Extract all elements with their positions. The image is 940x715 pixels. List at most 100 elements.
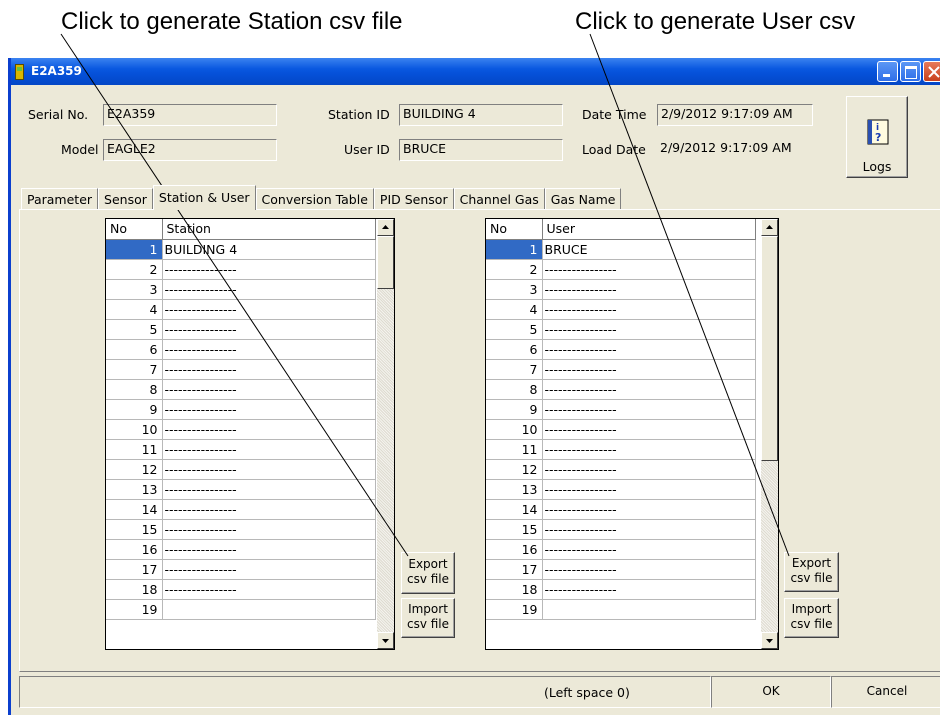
table-row[interactable]: 1 BUILDING 4 [106, 239, 376, 260]
table-row[interactable]: 13 ---------------- [106, 479, 376, 500]
table-row[interactable]: 8 ---------------- [486, 379, 756, 400]
station-name-cell[interactable]: ---------------- [162, 499, 376, 520]
table-row[interactable]: 7 ---------------- [106, 359, 376, 380]
table-row[interactable]: 16 ---------------- [486, 539, 756, 560]
station-name-cell[interactable]: BUILDING 4 [162, 239, 376, 260]
logs-button[interactable]: i ? Logs [846, 96, 908, 178]
user-name-cell[interactable]: ---------------- [542, 479, 756, 500]
station-name-cell[interactable]: ---------------- [162, 479, 376, 500]
minimize-button[interactable] [877, 61, 898, 82]
user-name-cell[interactable]: ---------------- [542, 339, 756, 360]
user-name-cell[interactable]: ---------------- [542, 539, 756, 560]
station-name-cell[interactable]: ---------------- [162, 519, 376, 540]
station-name-cell[interactable]: ---------------- [162, 359, 376, 380]
user-name-cell[interactable]: ---------------- [542, 379, 756, 400]
table-row[interactable]: 3 ---------------- [106, 279, 376, 300]
user-name-cell[interactable] [542, 599, 756, 620]
station-name-cell[interactable]: ---------------- [162, 559, 376, 580]
scroll-up-button[interactable] [761, 219, 778, 236]
user-export-button[interactable]: Export csv file [784, 552, 839, 592]
tab-pid-sensor[interactable]: PID Sensor [373, 188, 454, 210]
user-id-field[interactable]: BRUCE [399, 139, 563, 161]
tab-parameter[interactable]: Parameter [21, 188, 99, 210]
table-row[interactable]: 6 ---------------- [106, 339, 376, 360]
user-name-cell[interactable]: ---------------- [542, 419, 756, 440]
station-name-cell[interactable]: ---------------- [162, 579, 376, 600]
user-name-cell[interactable]: ---------------- [542, 579, 756, 600]
table-row[interactable]: 19 [106, 599, 376, 620]
table-row[interactable]: 13 ---------------- [486, 479, 756, 500]
station-name-cell[interactable]: ---------------- [162, 299, 376, 320]
column-header-user[interactable]: User [542, 219, 756, 240]
table-row[interactable]: 18 ---------------- [106, 579, 376, 600]
cancel-button[interactable]: Cancel [832, 677, 940, 707]
user-import-button[interactable]: Import csv file [784, 598, 839, 638]
table-row[interactable]: 8 ---------------- [106, 379, 376, 400]
table-row[interactable]: 15 ---------------- [106, 519, 376, 540]
table-row[interactable]: 4 ---------------- [106, 299, 376, 320]
table-row[interactable]: 9 ---------------- [106, 399, 376, 420]
title-bar[interactable]: E2A359 [11, 58, 940, 85]
user-name-cell[interactable]: ---------------- [542, 459, 756, 480]
table-row[interactable]: 4 ---------------- [486, 299, 756, 320]
user-name-cell[interactable]: ---------------- [542, 439, 756, 460]
table-row[interactable]: 17 ---------------- [106, 559, 376, 580]
column-header-no[interactable]: No [106, 219, 163, 240]
table-row[interactable]: 11 ---------------- [106, 439, 376, 460]
tab-gas-name[interactable]: Gas Name [544, 188, 622, 210]
column-header-no[interactable]: No [486, 219, 543, 240]
user-grid[interactable]: No User 1 BRUCE 2 ---------------- 3 ----------… [485, 218, 779, 650]
scroll-down-button[interactable] [761, 632, 778, 649]
table-row[interactable]: 19 [486, 599, 756, 620]
user-name-cell[interactable]: ---------------- [542, 319, 756, 340]
station-name-cell[interactable]: ---------------- [162, 379, 376, 400]
table-row[interactable]: 7 ---------------- [486, 359, 756, 380]
user-name-cell[interactable]: ---------------- [542, 399, 756, 420]
station-name-cell[interactable]: ---------------- [162, 459, 376, 480]
table-row[interactable]: 14 ---------------- [106, 499, 376, 520]
tab-conversion-table[interactable]: Conversion Table [255, 188, 374, 210]
station-id-field[interactable]: BUILDING 4 [399, 104, 563, 126]
station-name-cell[interactable]: ---------------- [162, 259, 376, 280]
user-name-cell[interactable]: ---------------- [542, 519, 756, 540]
user-name-cell[interactable]: ---------------- [542, 359, 756, 380]
user-name-cell[interactable]: BRUCE [542, 239, 756, 260]
table-row[interactable]: 17 ---------------- [486, 559, 756, 580]
close-button[interactable] [923, 61, 940, 82]
tab-sensor[interactable]: Sensor [98, 188, 153, 210]
maximize-button[interactable] [900, 61, 921, 82]
station-scrollbar[interactable] [377, 219, 394, 649]
ok-button[interactable]: OK [712, 677, 830, 707]
table-row[interactable]: 11 ---------------- [486, 439, 756, 460]
table-row[interactable]: 5 ---------------- [486, 319, 756, 340]
table-row[interactable]: 10 ---------------- [486, 419, 756, 440]
user-name-cell[interactable]: ---------------- [542, 259, 756, 280]
table-row[interactable]: 16 ---------------- [106, 539, 376, 560]
scroll-thumb[interactable] [377, 236, 394, 289]
column-header-station[interactable]: Station [162, 219, 376, 240]
station-import-button[interactable]: Import csv file [401, 598, 455, 638]
model-field[interactable]: EAGLE2 [103, 139, 277, 161]
table-row[interactable]: 12 ---------------- [106, 459, 376, 480]
table-row[interactable]: 10 ---------------- [106, 419, 376, 440]
user-name-cell[interactable]: ---------------- [542, 559, 756, 580]
table-row[interactable]: 6 ---------------- [486, 339, 756, 360]
serial-field[interactable]: E2A359 [103, 104, 277, 126]
station-name-cell[interactable]: ---------------- [162, 279, 376, 300]
table-row[interactable]: 2 ---------------- [486, 259, 756, 280]
station-export-button[interactable]: Export csv file [401, 552, 455, 594]
table-row[interactable]: 12 ---------------- [486, 459, 756, 480]
table-row[interactable]: 9 ---------------- [486, 399, 756, 420]
scroll-down-button[interactable] [377, 632, 394, 649]
station-grid[interactable]: No Station 1 BUILDING 4 2 ---------------- 3 --… [105, 218, 395, 650]
tab-channel-gas[interactable]: Channel Gas [453, 188, 545, 210]
station-name-cell[interactable] [162, 599, 376, 620]
table-row[interactable]: 18 ---------------- [486, 579, 756, 600]
table-row[interactable]: 2 ---------------- [106, 259, 376, 280]
tab-station-user[interactable]: Station & User [152, 185, 256, 210]
user-name-cell[interactable]: ---------------- [542, 279, 756, 300]
table-row[interactable]: 1 BRUCE [486, 239, 756, 260]
station-name-cell[interactable]: ---------------- [162, 419, 376, 440]
user-name-cell[interactable]: ---------------- [542, 299, 756, 320]
table-row[interactable]: 3 ---------------- [486, 279, 756, 300]
